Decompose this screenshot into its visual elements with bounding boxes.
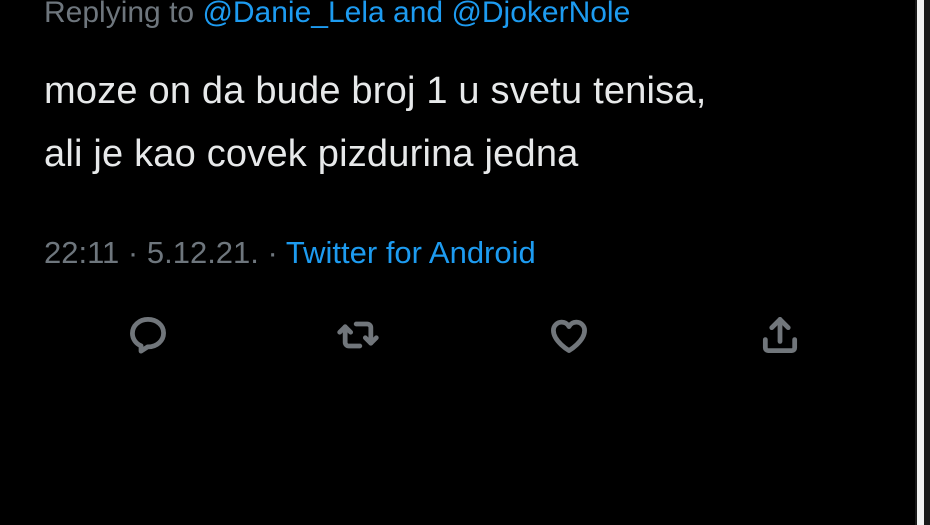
tweet-detail: Replying to @Danie_Lela and @DjokerNole …	[0, 0, 915, 525]
retweet-icon	[337, 321, 379, 349]
tweet-date[interactable]: 5.12.21.	[147, 235, 259, 270]
share-icon	[762, 317, 798, 353]
scrollbar-thumb[interactable]	[917, 0, 924, 525]
tweet-text-line-1: moze on da bude broj 1 u svetu tenisa,	[44, 70, 707, 112]
meta-separator: ·	[127, 235, 139, 270]
share-button[interactable]	[750, 305, 810, 365]
mention-djokernole[interactable]: @DjokerNole	[451, 0, 630, 29]
tweet-action-bar	[0, 305, 915, 365]
reply-icon	[130, 317, 166, 354]
tweet-text: moze on da bude broj 1 u svetu tenisa, a…	[44, 60, 904, 186]
retweet-button[interactable]	[328, 305, 388, 365]
replying-to-and: and	[393, 0, 444, 29]
replying-to-line: Replying to @Danie_Lela and @DjokerNole	[44, 0, 630, 33]
tweet-metadata: 22:11 · 5.12.21. · Twitter for Android	[44, 233, 536, 273]
scrollbar[interactable]	[915, 0, 930, 525]
tweet-text-line-2: ali je kao covek pizdurina jedna	[44, 133, 579, 175]
heart-icon	[551, 319, 587, 353]
meta-separator: ·	[267, 235, 278, 270]
tweet-time[interactable]: 22:11	[44, 235, 119, 270]
mention-danie-lela[interactable]: @Danie_Lela	[202, 0, 384, 29]
replying-to-label: Replying to	[44, 0, 195, 29]
like-button[interactable]	[539, 305, 599, 365]
reply-button[interactable]	[118, 305, 178, 365]
tweet-source-link[interactable]: Twitter for Android	[286, 235, 536, 270]
